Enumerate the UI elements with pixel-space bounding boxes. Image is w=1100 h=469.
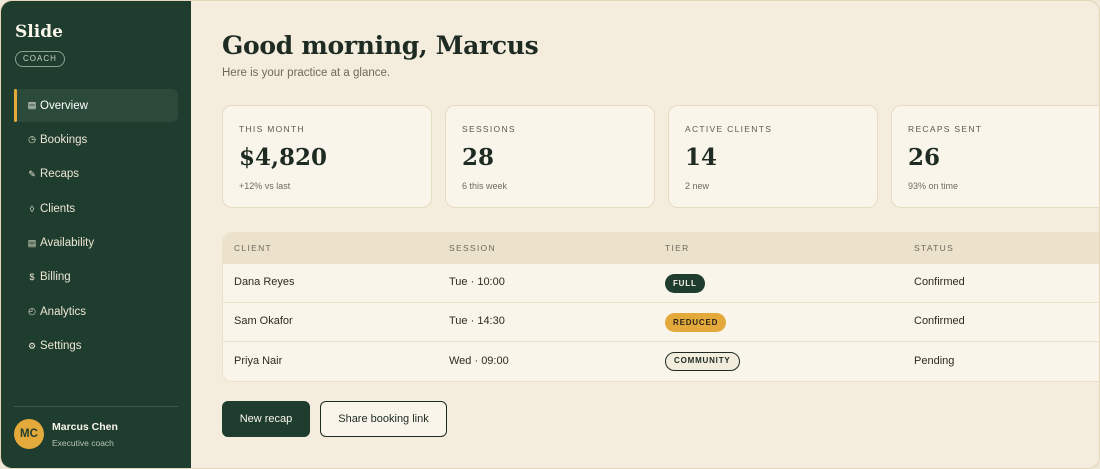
column-header-session: SESSION bbox=[449, 243, 496, 253]
stat-note: 2 new bbox=[685, 181, 710, 191]
sidebar-item-overview[interactable]: ▤ Overview bbox=[14, 89, 178, 122]
sidebar-item-clients[interactable]: ◊ Clients bbox=[14, 192, 178, 225]
overview-icon: ▤ bbox=[27, 100, 37, 110]
sidebar-item-label: Settings bbox=[40, 340, 82, 353]
app-window: Slide COACH ▤ Overview ◷ Bookings ✎ Reca… bbox=[0, 0, 1100, 469]
user-name: Marcus Chen bbox=[52, 421, 118, 433]
page-title: Good morning, Marcus bbox=[222, 31, 539, 60]
session-time: Wed · 09:00 bbox=[449, 355, 509, 367]
diamond-icon: ◊ bbox=[29, 203, 35, 214]
stat-label: SESSIONS bbox=[462, 124, 516, 134]
sidebar-item-label: Availability bbox=[40, 237, 95, 250]
sidebar-item-label: Analytics bbox=[40, 305, 87, 318]
tier-badge: REDUCED bbox=[665, 313, 727, 332]
sidebar-item-label: Billing bbox=[40, 271, 71, 284]
avatar[interactable]: MC bbox=[14, 419, 44, 449]
stat-card-sessions: SESSIONS 28 6 this week bbox=[445, 105, 655, 208]
sessions-table: CLIENT SESSION TIER STATUS Dana Reyes Tu… bbox=[222, 232, 1099, 382]
stat-label: RECAPS SENT bbox=[908, 124, 983, 134]
stat-label: THIS MONTH bbox=[239, 124, 305, 134]
status-text: Confirmed bbox=[914, 276, 965, 288]
share-booking-link-button[interactable]: Share booking link bbox=[320, 401, 447, 437]
client-name: Priya Nair bbox=[234, 355, 283, 367]
sidebar: Slide COACH ▤ Overview ◷ Bookings ✎ Reca… bbox=[1, 1, 191, 468]
stat-card-this-month: THIS MONTH $4,820 +12% vs last bbox=[222, 105, 432, 208]
sidebar-item-label: Bookings bbox=[40, 133, 88, 146]
stat-note: 6 this week bbox=[462, 181, 508, 191]
sidebar-item-settings[interactable]: ⚙ Settings bbox=[14, 330, 178, 363]
stat-value: 28 bbox=[462, 144, 495, 171]
calendar-icon: ▤ bbox=[27, 237, 37, 248]
table-row[interactable]: Sam Okafor Tue · 14:30 REDUCED Confirmed bbox=[223, 302, 1099, 342]
stat-label: ACTIVE CLIENTS bbox=[685, 124, 773, 134]
stat-card-recaps-sent: RECAPS SENT 26 93% on time bbox=[891, 105, 1099, 208]
sidebar-nav: ▤ Overview ◷ Bookings ✎ Recaps ◊ Clients… bbox=[14, 89, 178, 364]
status-text: Pending bbox=[914, 355, 955, 367]
stat-value: 26 bbox=[908, 144, 941, 171]
table-header: CLIENT SESSION TIER STATUS bbox=[223, 233, 1099, 263]
page-subtitle: Here is your practice at a glance. bbox=[222, 67, 391, 79]
gauge-icon: ◴ bbox=[28, 306, 36, 317]
stat-value: $4,820 bbox=[239, 144, 328, 171]
sidebar-item-bookings[interactable]: ◷ Bookings bbox=[14, 123, 178, 156]
stat-card-active-clients: ACTIVE CLIENTS 14 2 new bbox=[668, 105, 878, 208]
role-badge: COACH bbox=[15, 51, 65, 67]
stat-note: +12% vs last bbox=[239, 181, 291, 191]
user-role: Executive coach bbox=[52, 438, 114, 448]
stat-value: 14 bbox=[685, 144, 718, 171]
sidebar-item-recaps[interactable]: ✎ Recaps bbox=[14, 158, 178, 191]
sidebar-item-analytics[interactable]: ◴ Analytics bbox=[14, 295, 178, 328]
client-name: Sam Okafor bbox=[234, 315, 293, 327]
sidebar-item-billing[interactable]: $ Billing bbox=[14, 261, 178, 294]
table-row[interactable]: Priya Nair Wed · 09:00 COMMUNITY Pending bbox=[223, 341, 1099, 381]
column-header-status: STATUS bbox=[914, 243, 955, 253]
session-time: Tue · 14:30 bbox=[449, 315, 505, 327]
status-text: Confirmed bbox=[914, 315, 965, 327]
new-recap-button[interactable]: New recap bbox=[222, 401, 310, 437]
brand-logo: Slide bbox=[15, 22, 63, 42]
client-name: Dana Reyes bbox=[234, 276, 295, 288]
dollar-icon: $ bbox=[29, 272, 35, 283]
tier-badge: FULL bbox=[665, 274, 705, 293]
sidebar-divider bbox=[14, 406, 178, 407]
sidebar-item-label: Recaps bbox=[40, 168, 79, 181]
clock-icon: ◷ bbox=[28, 134, 36, 145]
sidebar-item-label: Clients bbox=[40, 202, 76, 215]
sidebar-item-availability[interactable]: ▤ Availability bbox=[14, 227, 178, 260]
session-time: Tue · 10:00 bbox=[449, 276, 505, 288]
pencil-icon: ✎ bbox=[28, 168, 36, 179]
tier-badge: COMMUNITY bbox=[665, 352, 740, 371]
gear-icon: ⚙ bbox=[27, 340, 37, 351]
stat-note: 93% on time bbox=[908, 181, 959, 191]
sidebar-item-label: Overview bbox=[40, 99, 88, 112]
column-header-client: CLIENT bbox=[234, 243, 273, 253]
column-header-tier: TIER bbox=[665, 243, 690, 253]
table-row[interactable]: Dana Reyes Tue · 10:00 FULL Confirmed bbox=[223, 263, 1099, 303]
